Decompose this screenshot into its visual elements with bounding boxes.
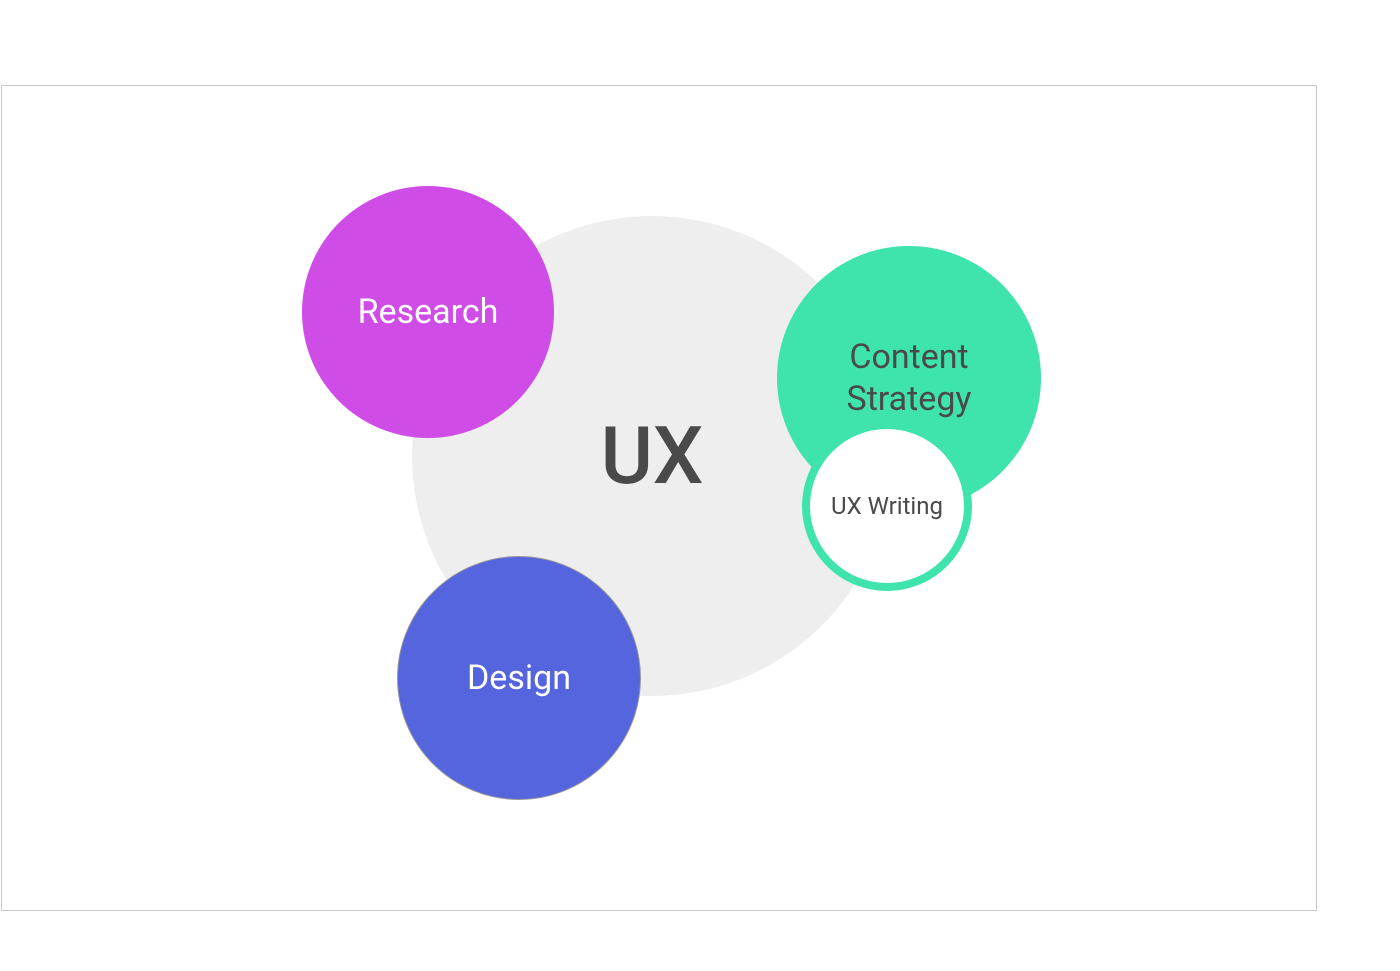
diagram-frame: UX Research ContentStrategy UX Writing D… (1, 85, 1317, 911)
design-circle: Design (397, 556, 641, 800)
ux-center-label: UX (601, 406, 704, 506)
ux-writing-circle: UX Writing (802, 421, 972, 591)
ux-writing-label: UX Writing (831, 491, 943, 521)
content-strategy-label: ContentStrategy (847, 336, 972, 421)
research-label: Research (358, 291, 499, 334)
design-label: Design (467, 657, 571, 700)
research-circle: Research (302, 186, 554, 438)
